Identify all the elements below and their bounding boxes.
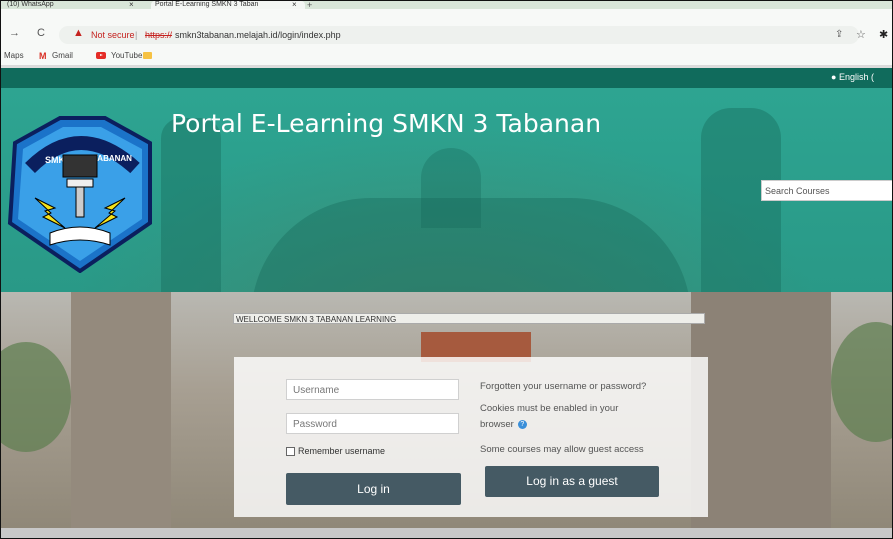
search-courses[interactable] xyxy=(761,180,892,201)
reload-icon[interactable]: C xyxy=(37,27,45,39)
tree-left xyxy=(1,342,71,452)
extensions-icon[interactable]: ✱ xyxy=(879,28,888,41)
bookmark-gmail[interactable]: Gmail xyxy=(52,51,73,60)
warning-icon: ▲ xyxy=(73,27,84,39)
close-icon[interactable]: × xyxy=(292,1,297,9)
gate-tower-left xyxy=(161,118,221,292)
separator: | xyxy=(135,30,138,40)
language-selector[interactable]: ● English ( xyxy=(831,72,874,82)
folder-icon[interactable] xyxy=(143,52,152,59)
gate-pillar-right xyxy=(691,292,831,538)
username-field[interactable] xyxy=(286,379,459,400)
browser-window: (10) WhatsApp × Portal E-Learning SMKN 3… xyxy=(0,0,893,539)
cookies-notice-line2: browser? xyxy=(480,419,527,430)
url-text: smkn3tabanan.melajah.id/login/index.php xyxy=(175,30,341,40)
gate-crown xyxy=(421,148,481,228)
tab-label: (10) WhatsApp xyxy=(7,1,54,8)
tab-elearning[interactable]: Portal E-Learning SMKN 3 Taban xyxy=(151,1,305,9)
bottom-bar xyxy=(1,528,892,538)
cookies-notice-line1: Cookies must be enabled in your xyxy=(480,403,619,414)
cookies-browser-text: browser xyxy=(480,419,514,430)
site-title: Portal E-Learning SMKN 3 Tabanan xyxy=(171,109,602,138)
gmail-icon: M xyxy=(39,51,47,61)
bookmark-maps[interactable]: Maps xyxy=(4,51,24,60)
forward-icon[interactable]: → xyxy=(9,27,20,39)
security-label[interactable]: Not secure xyxy=(91,30,135,40)
login-button[interactable]: Log in xyxy=(286,473,461,505)
language-label: English ( xyxy=(838,72,874,82)
tree-right xyxy=(831,322,892,442)
remember-username[interactable]: Remember username xyxy=(286,446,386,457)
password-field[interactable] xyxy=(286,413,459,434)
svg-text:TABANAN: TABANAN xyxy=(93,154,132,163)
url-scheme: https:// xyxy=(145,30,173,40)
guest-login-button[interactable]: Log in as a guest xyxy=(485,466,659,497)
site-topbar xyxy=(1,68,892,88)
help-icon[interactable]: ? xyxy=(517,419,527,429)
share-icon[interactable]: ⇪ xyxy=(835,29,843,40)
guest-access-info: Some courses may allow guest access xyxy=(480,444,644,455)
username-input[interactable] xyxy=(287,381,459,400)
tab-whatsapp[interactable]: (10) WhatsApp xyxy=(7,1,147,9)
bookmark-star-icon[interactable]: ☆ xyxy=(856,28,866,41)
youtube-icon xyxy=(96,52,106,59)
search-input[interactable] xyxy=(762,182,892,200)
close-icon[interactable]: × xyxy=(129,1,134,9)
remember-label: Remember username xyxy=(298,446,386,456)
bookmark-youtube[interactable]: YouTube xyxy=(111,51,142,60)
gate-pillar-left xyxy=(71,292,171,538)
remember-checkbox[interactable] xyxy=(286,447,295,457)
welcome-banner: WELLCOME SMKN 3 TABANAN LEARNING xyxy=(233,313,705,324)
globe-icon: ● xyxy=(831,72,837,82)
school-logo: SMKN 3 TABANAN xyxy=(7,116,152,273)
tab-label: Portal E-Learning SMKN 3 Taban xyxy=(155,1,259,8)
password-input[interactable] xyxy=(287,415,459,434)
forgot-password-link[interactable]: Forgotten your username or password? xyxy=(480,381,646,392)
